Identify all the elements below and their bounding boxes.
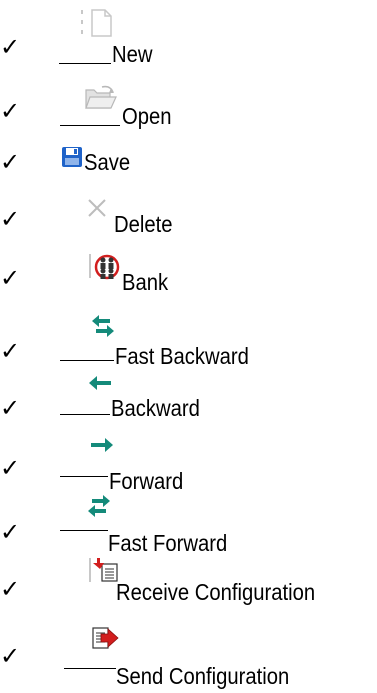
underline xyxy=(60,125,120,126)
send-configuration-icon xyxy=(90,624,120,654)
checkmark-icon: ✓ xyxy=(0,148,21,176)
list-item-backward: ✓ Backward xyxy=(0,366,377,422)
floppy-disk-icon xyxy=(61,146,83,168)
item-label: New xyxy=(112,41,153,67)
underline xyxy=(60,530,108,531)
checkmark-icon: ✓ xyxy=(0,264,21,292)
underline xyxy=(60,414,110,415)
new-document-icon xyxy=(80,2,114,42)
underline xyxy=(60,476,108,477)
item-label: Receive Configuration xyxy=(116,579,316,605)
list-item-receive-configuration: ✓ Receive Configuration xyxy=(0,552,377,616)
underline xyxy=(59,63,111,64)
item-label: Fast Backward xyxy=(115,343,249,369)
list-item-bank: ✓ Bank xyxy=(0,246,377,300)
list-item-fast-backward: ✓ Fast Backward xyxy=(0,306,377,369)
item-label: Save xyxy=(84,149,131,175)
list-item-send-configuration: ✓ Send Configuration xyxy=(0,620,377,693)
checkmark-icon: ✓ xyxy=(0,337,21,365)
item-label: Send Configuration xyxy=(116,663,290,689)
checkmark-icon: ✓ xyxy=(0,205,21,233)
item-label: Backward xyxy=(111,395,200,421)
checkmark-icon: ✓ xyxy=(0,642,21,670)
list-item-fast-forward: ✓ Fast Forward xyxy=(0,488,377,555)
forward-arrow-icon xyxy=(86,434,116,456)
bank-ring-icon xyxy=(88,250,120,284)
list-item-delete: ✓ Delete xyxy=(0,190,377,244)
list-item-open: ✓ Open xyxy=(0,72,377,132)
checkmark-icon: ✓ xyxy=(0,97,21,125)
backward-arrow-icon xyxy=(86,372,116,394)
open-folder-icon xyxy=(84,84,118,112)
fast-forward-arrows-icon xyxy=(84,492,114,520)
item-label: Bank xyxy=(122,269,169,295)
underline xyxy=(60,360,114,361)
checkmark-icon: ✓ xyxy=(0,33,21,61)
list-item-new: ✓ New xyxy=(0,0,377,70)
checkmark-icon: ✓ xyxy=(0,518,21,546)
list-item-forward: ✓ Forward xyxy=(0,426,377,493)
checkmark-icon: ✓ xyxy=(0,454,21,482)
item-label: Delete xyxy=(114,211,173,237)
checkmark-icon: ✓ xyxy=(0,394,21,422)
list-item-save: ✓ Save xyxy=(0,136,377,182)
checkmark-icon: ✓ xyxy=(0,575,21,603)
delete-x-icon xyxy=(84,197,110,219)
item-label: Open xyxy=(122,103,172,129)
underline xyxy=(64,668,116,669)
fast-backward-arrows-icon xyxy=(88,312,118,340)
